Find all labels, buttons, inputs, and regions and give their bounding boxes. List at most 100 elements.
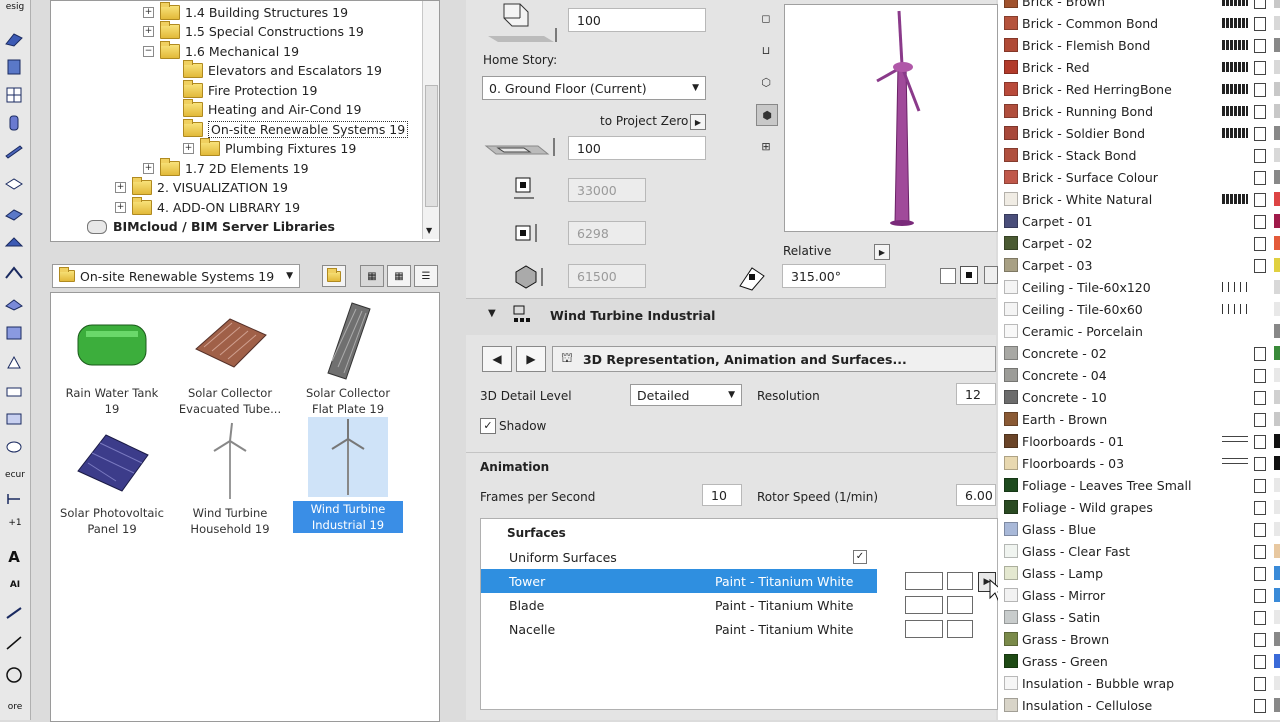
tree-item[interactable]: On-site Renewable Systems 19 [183,119,409,139]
material-item[interactable]: Carpet - 03 [998,254,1280,276]
object-section-header[interactable] [466,298,996,335]
expand-icon[interactable]: + [183,143,194,154]
uniform-surfaces-checkbox[interactable]: ✓ [853,550,867,564]
tree-item[interactable]: Fire Protection 19 [183,80,317,100]
thumbnail-wind-turbine-industrial[interactable]: Wind Turbine Industrial 19 [293,417,403,533]
detail-level-select[interactable]: Detailed ▼ [630,384,742,406]
3d-view-button[interactable]: ⬢ [756,104,778,126]
material-item[interactable]: Glass - Lamp [998,562,1280,584]
library-folder-select[interactable]: On-site Renewable Systems 19 ▼ [52,264,300,288]
material-item[interactable]: Concrete - 04 [998,364,1280,386]
material-item[interactable]: Concrete - 02 [998,342,1280,364]
mesh-tool-icon[interactable] [2,262,26,284]
list-view-button[interactable]: ☰ [414,265,438,287]
plan-view-button[interactable]: ◻ [756,8,776,28]
camera-tool-icon[interactable] [2,436,26,458]
circle-tool-icon[interactable] [2,664,26,686]
material-item[interactable]: Glass - Blue [998,518,1280,540]
to-project-zero-button[interactable]: ▶ [690,114,706,130]
material-item[interactable]: Brick - Flemish Bond [998,34,1280,56]
shadow-checkbox[interactable]: ✓ [480,418,496,434]
prev-page-button[interactable]: ◀ [482,346,512,372]
elevation-view-button[interactable]: ⊞ [756,136,776,156]
mirror-checkbox[interactable] [940,268,956,284]
material-item[interactable]: Foliage - Wild grapes [998,496,1280,518]
tree-item[interactable]: +1.7 2D Elements 19 [143,158,309,178]
more-options-button[interactable] [984,266,998,284]
text-tool-icon[interactable]: A [2,546,26,568]
material-item[interactable]: Brick - Soldier Bond [998,122,1280,144]
material-item[interactable]: Glass - Satin [998,606,1280,628]
shell-tool-icon[interactable] [2,292,26,314]
material-item[interactable]: Ceiling - Tile-60x60 [998,298,1280,320]
material-swatch[interactable] [905,620,943,638]
home-story-select[interactable]: 0. Ground Floor (Current) ▼ [482,76,706,100]
expand-icon[interactable]: + [143,163,154,174]
tree-scroll-thumb[interactable] [425,85,438,207]
expand-icon[interactable]: + [143,26,154,37]
tree-item[interactable]: Elevators and Escalators 19 [183,60,382,80]
material-item[interactable]: Brick - Surface Colour [998,166,1280,188]
axonometric-view-button[interactable]: ⬡ [756,72,776,92]
tree-item[interactable]: Heating and Air-Cond 19 [183,99,361,119]
material-item[interactable]: Insulation - Bubble wrap [998,672,1280,694]
material-item[interactable]: Brick - Running Bond [998,100,1280,122]
collapse-triangle-icon[interactable]: ▼ [488,308,496,319]
surface-row[interactable]: Blade Paint - Titanium White [481,593,997,617]
section-view-button[interactable]: ⊔ [756,40,776,60]
material-item[interactable]: Brick - Common Bond [998,12,1280,34]
material-item[interactable]: Carpet - 01 [998,210,1280,232]
dimension-tool-icon[interactable] [2,488,26,510]
tree-item[interactable]: +2. VISUALIZATION 19 [115,177,288,197]
material-swatch[interactable] [947,572,973,590]
collapse-icon[interactable]: − [143,46,154,57]
tree-scrollbar[interactable]: ▼ [422,1,439,239]
material-item[interactable]: Brick - Red HerringBone [998,78,1280,100]
tree-item[interactable]: +4. ADD-ON LIBRARY 19 [115,197,300,217]
material-item[interactable]: Floorboards - 03 [998,452,1280,474]
material-item[interactable]: Ceramic - Porcelain [998,320,1280,342]
wall-tool-icon[interactable] [2,28,26,50]
slab-tool-icon[interactable] [2,172,26,194]
object-tool-icon[interactable] [2,380,26,402]
thumbnail-solar-panel[interactable]: Solar Photovoltaic Panel 19 [57,421,167,537]
tree-item[interactable]: +1.5 Special Constructions 19 [143,21,364,41]
window-tool-icon[interactable] [2,84,26,106]
anchor-point-button[interactable] [960,266,978,284]
depth-field[interactable]: 6298 [568,221,646,245]
expand-icon[interactable]: + [143,7,154,18]
pipe-tool-icon[interactable] [2,112,26,134]
material-item[interactable]: Insulation - Cellulose [998,694,1280,716]
height-field[interactable]: 61500 [568,264,646,288]
relative-menu-button[interactable]: ▶ [874,244,890,260]
material-item[interactable]: Brick - Red [998,56,1280,78]
stair-tool-icon[interactable] [2,202,26,224]
width-field[interactable]: 33000 [568,178,646,202]
material-item[interactable]: Concrete - 10 [998,386,1280,408]
beam-tool-icon[interactable] [2,140,26,162]
zone-tool-icon[interactable] [2,408,26,430]
resolution-field[interactable]: 12 [956,383,996,405]
roof-tool-icon[interactable] [2,232,26,254]
material-item[interactable]: Glass - Clear Fast [998,540,1280,562]
material-swatch[interactable] [947,620,973,638]
material-item[interactable]: Floorboards - 01 [998,430,1280,452]
material-item[interactable]: Earth - Brown [998,408,1280,430]
surface-row[interactable]: Nacelle Paint - Titanium White [481,617,997,641]
rotation-angle-field[interactable]: 315.00° [782,264,886,288]
tree-item[interactable]: − 1.6 Mechanical 19 [143,41,299,61]
parameter-page-select[interactable]: ⛫ 3D Representation, Animation and Surfa… [552,346,996,372]
material-swatch[interactable] [905,572,943,590]
material-swatch[interactable] [947,596,973,614]
thumbnail-rain-water-tank[interactable]: Rain Water Tank 19 [57,301,167,417]
lamp-tool-icon[interactable] [2,352,26,374]
column-tool-icon[interactable] [2,56,26,78]
base-offset-field[interactable]: 100 [568,136,706,160]
material-item[interactable]: Ceiling - Tile-60x120 [998,276,1280,298]
tree-item[interactable]: BIMcloud / BIM Server Libraries [87,217,335,236]
thumbnail-solar-collector-flat[interactable]: Solar Collector Flat Plate 19 [293,301,403,417]
surface-row[interactable]: Tower Paint - Titanium White [481,569,997,593]
next-page-button[interactable]: ▶ [516,346,546,372]
material-item[interactable]: Grass - Brown [998,628,1280,650]
thumbnail-wind-turbine-household[interactable]: Wind Turbine Household 19 [175,421,285,537]
